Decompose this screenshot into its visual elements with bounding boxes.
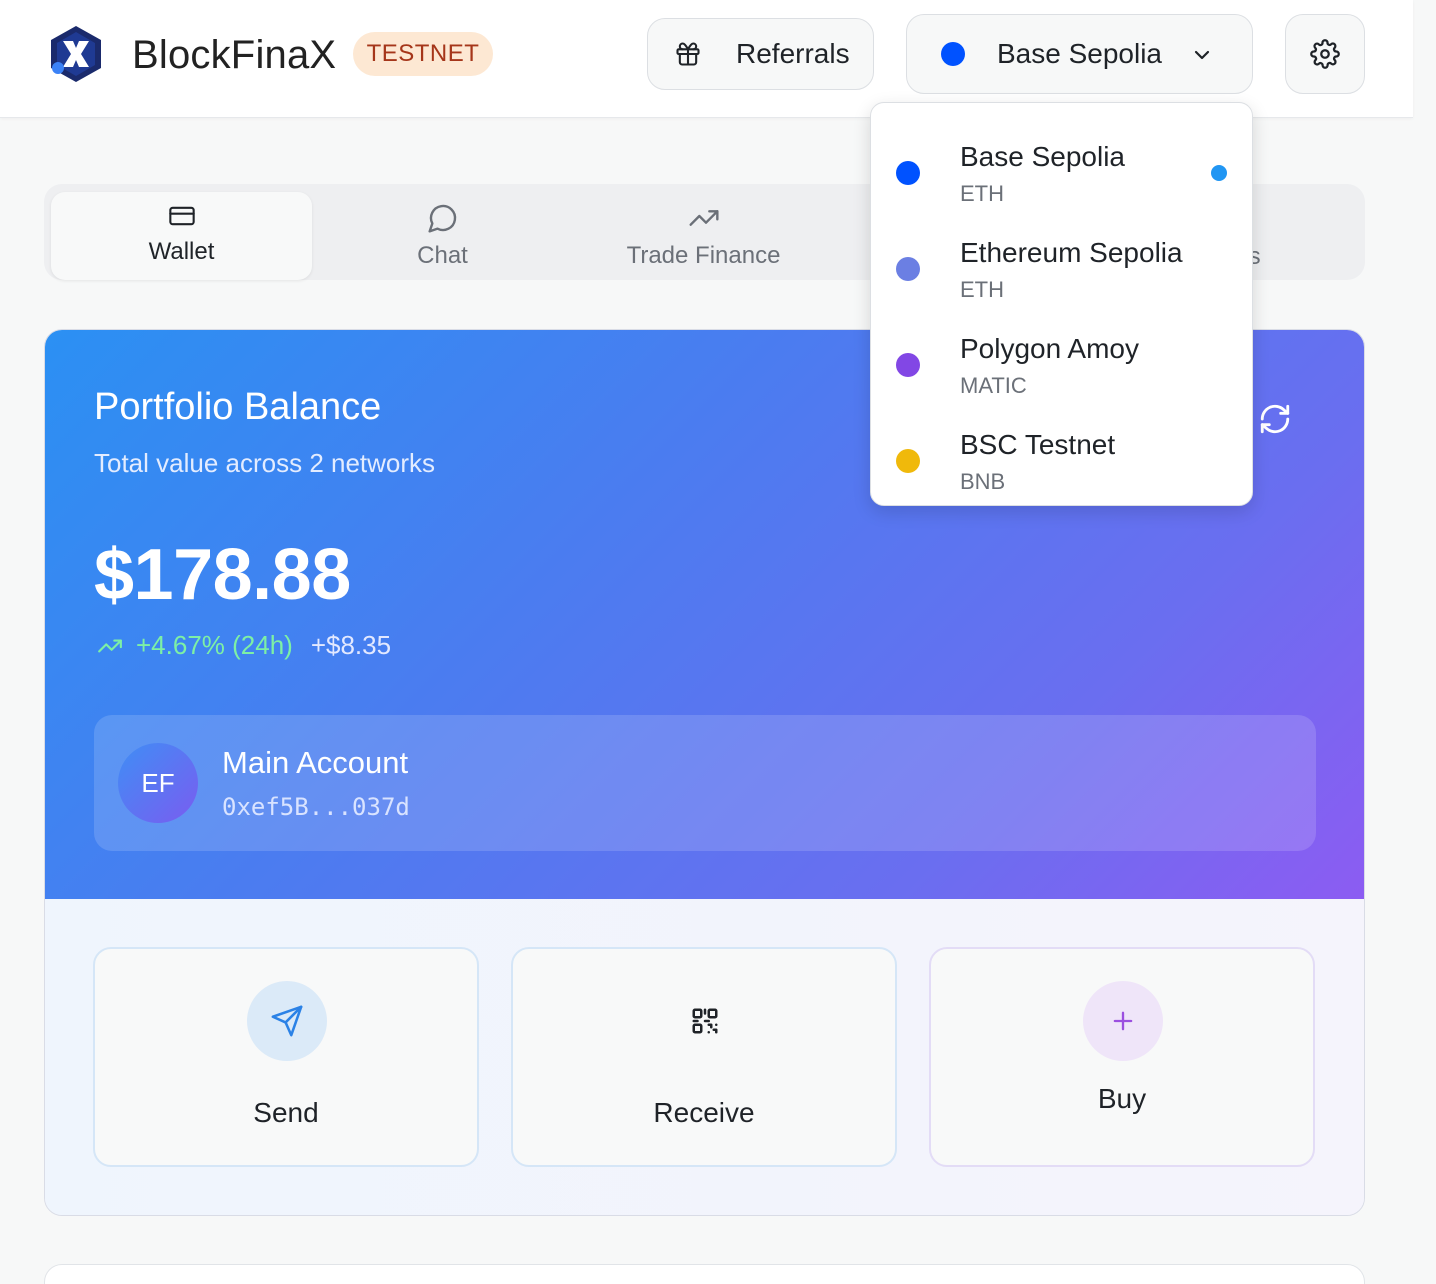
receive-label: Receive [653,1097,755,1128]
tab-chat-label: Chat [417,242,468,269]
account-name: Main Account [222,745,409,780]
referrals-button[interactable]: Referrals [647,18,874,90]
network-option-base-sepolia[interactable]: Base Sepolia ETH [871,115,1252,211]
network-dot [896,257,920,281]
send-label: Send [253,1097,319,1128]
send-icon [271,1005,303,1037]
selected-indicator [1211,165,1227,181]
referrals-label: Referrals [736,38,850,69]
network-selector-button[interactable]: Base Sepolia [906,14,1253,94]
portfolio-balance: $178.88 [94,535,351,615]
buy-label: Buy [1097,1083,1147,1114]
balance-change-row: +4.67% (24h) +$8.35 [94,630,391,661]
receive-button[interactable]: Receive [511,947,897,1167]
network-name: Ethereum Sepolia [960,237,1183,268]
qr-code-icon [692,1008,718,1034]
tab-chat[interactable]: Chat [312,192,573,280]
network-dot [896,353,920,377]
buy-button[interactable]: Buy [929,947,1315,1167]
change-amount: +$8.35 [310,630,392,660]
account-summary[interactable]: EF Main Account 0xef5B...037d [94,715,1316,851]
app-header: BlockFinaX TESTNET Referrals Base Sepoli… [0,0,1413,118]
network-symbol: MATIC [960,373,1027,398]
next-section-card [44,1264,1365,1284]
brand-name: BlockFinaX [132,33,337,77]
network-option-ethereum-sepolia[interactable]: Ethereum Sepolia ETH [871,211,1252,307]
network-dot [896,449,920,473]
network-option-bsc-testnet[interactable]: BSC Testnet BNB [871,403,1252,499]
chat-icon [427,204,456,233]
portfolio-title: Portfolio Balance [94,386,382,428]
network-symbol: ETH [960,181,1004,206]
blockfinax-logo-icon[interactable] [48,24,104,84]
account-address[interactable]: 0xef5B...037d [222,793,410,821]
change-percent: +4.67% (24h) [136,630,293,660]
settings-button[interactable] [1285,14,1365,94]
portfolio-subtitle: Total value across 2 networks [94,448,436,478]
tab-wallet-label: Wallet [148,238,215,265]
avatar: EF [118,743,198,823]
send-icon-circle [247,981,327,1061]
trending-up-icon [98,639,122,652]
gift-icon [676,42,700,66]
tab-trade-finance-label: Trade Finance [626,242,781,269]
network-name: Polygon Amoy [960,333,1139,364]
network-dot [896,161,920,185]
network-color-dot [941,42,965,66]
network-symbol: ETH [960,277,1004,302]
send-button[interactable]: Send [93,947,479,1167]
network-dropdown: Base Sepolia ETH Ethereum Sepolia ETH Po… [870,102,1253,506]
testnet-badge: TESTNET [353,32,493,76]
tab-trade-finance[interactable]: Trade Finance [573,192,834,280]
buy-icon-circle [1083,981,1163,1061]
plus-icon [1113,1011,1133,1031]
gear-icon [1310,39,1340,69]
network-name: Base Sepolia [960,141,1126,172]
refresh-icon[interactable] [1258,402,1292,436]
network-name: BSC Testnet [960,429,1116,460]
trending-up-icon [688,210,719,226]
tab-wallet[interactable]: Wallet [51,192,312,280]
receive-icon-circle [665,981,745,1061]
network-option-polygon-amoy[interactable]: Polygon Amoy MATIC [871,307,1252,403]
quick-actions: Send Receive Buy [45,899,1364,1215]
network-selector-label: Base Sepolia [997,38,1163,69]
chevron-down-icon [1194,50,1210,60]
wallet-icon [168,206,195,226]
network-symbol: BNB [960,469,1006,494]
